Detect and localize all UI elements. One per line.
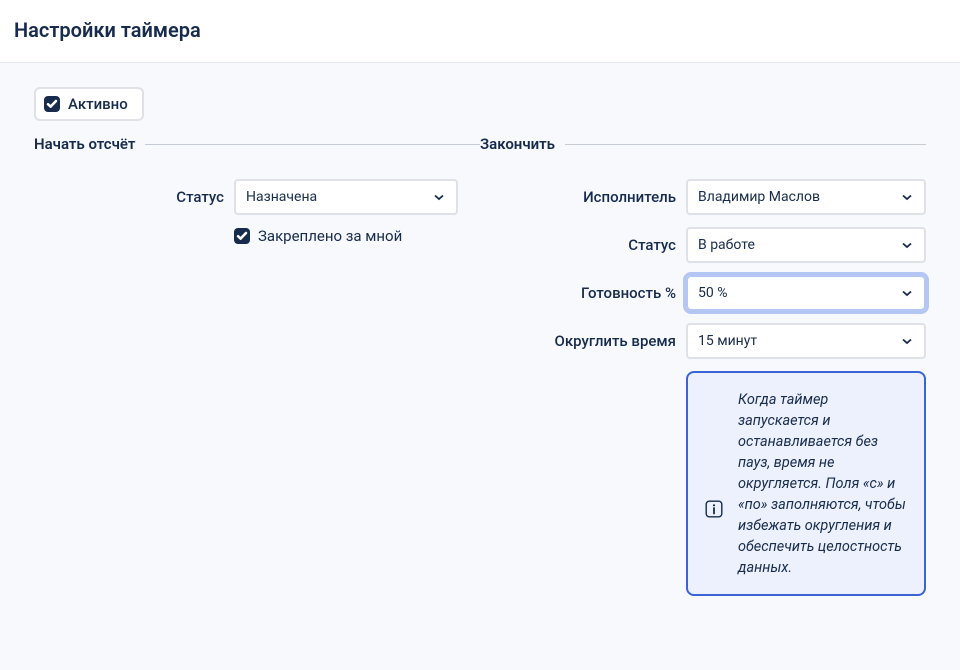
readiness-value: 50 % [698,285,727,301]
rounding-value: 15 минут [698,333,757,349]
start-status-value: Назначена [246,189,317,205]
assignee-value: Владимир Маслов [698,189,820,205]
chevron-down-icon [900,286,914,300]
info-note-text: Когда таймер запускается и останавливает… [738,389,910,578]
page-title: Настройки таймера [14,18,946,42]
group-finish-label: Закончить [480,135,555,153]
checkmark-icon [234,228,250,244]
start-status-label: Статус [34,188,224,206]
divider [145,144,480,145]
readiness-label: Готовность % [486,284,676,302]
finish-status-select[interactable]: В работе [686,227,926,263]
info-icon [704,499,724,519]
divider [565,144,926,145]
group-start-label: Начать отсчёт [34,135,135,153]
start-status-select[interactable]: Назначена [234,179,458,215]
chevron-down-icon [432,190,446,204]
active-toggle[interactable]: Активно [34,87,144,121]
chevron-down-icon [900,238,914,252]
assignee-select[interactable]: Владимир Маслов [686,179,926,215]
rounding-select[interactable]: 15 минут [686,323,926,359]
active-toggle-label: Активно [68,95,128,113]
rounding-label: Округлить время [486,332,676,350]
finish-status-label: Статус [486,236,676,254]
chevron-down-icon [900,190,914,204]
finish-status-value: В работе [698,237,755,253]
assigned-to-me-checkbox[interactable]: Закреплено за мной [234,227,458,245]
readiness-select[interactable]: 50 % [686,275,926,311]
checkmark-icon [44,96,60,112]
assigned-to-me-label: Закреплено за мной [258,227,402,245]
assignee-label: Исполнитель [486,188,676,206]
info-note: Когда таймер запускается и останавливает… [686,371,926,596]
chevron-down-icon [900,334,914,348]
